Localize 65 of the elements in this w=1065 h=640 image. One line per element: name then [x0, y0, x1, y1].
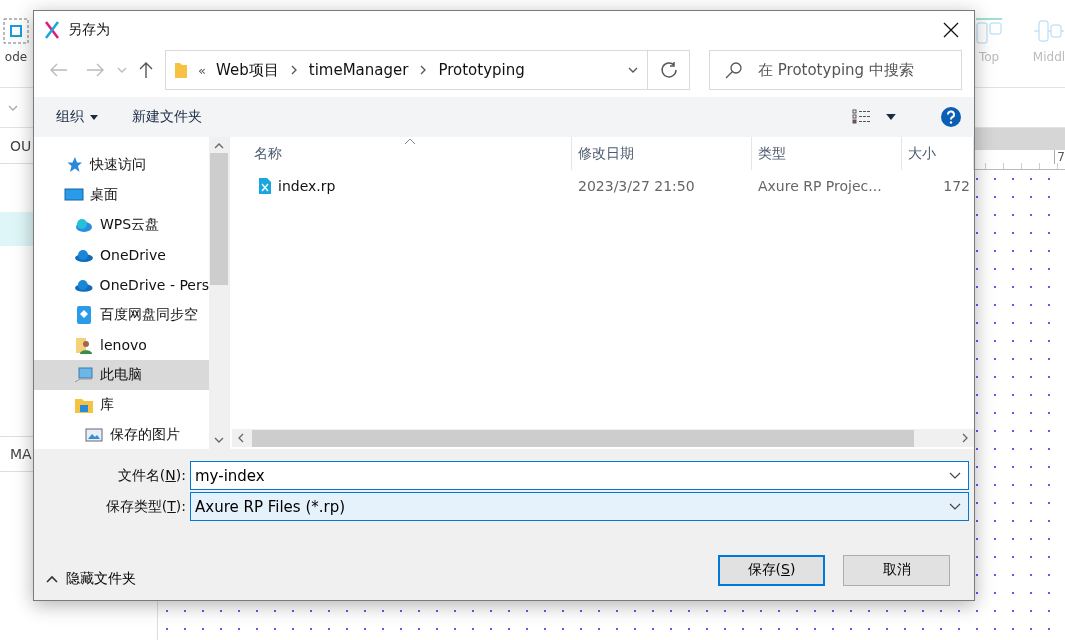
breadcrumb-item[interactable]: Web项目 — [216, 60, 279, 80]
help-button[interactable] — [940, 106, 962, 128]
field-label: 保存类型(T): — [104, 497, 187, 516]
align-top-icon — [975, 18, 1003, 44]
chevron-icon — [46, 575, 58, 583]
column-header[interactable]: 大小 — [902, 137, 974, 170]
nav-item[interactable]: 库 — [34, 390, 209, 420]
overflow-chevron[interactable]: « — [198, 62, 207, 78]
left-arrow-icon — [49, 63, 68, 77]
nav-item[interactable]: 百度网盘同步空 — [34, 300, 209, 330]
chevron-icon — [214, 435, 224, 445]
list-view-icon — [852, 109, 872, 125]
pictures-icon — [84, 425, 104, 445]
file-icon — [258, 177, 272, 195]
combo-box[interactable]: my-index — [190, 461, 969, 490]
caret-icon — [886, 114, 896, 120]
nav-item[interactable]: OneDrive - Pers — [34, 270, 209, 300]
column-header[interactable]: 类型 — [752, 137, 902, 170]
user-folder-icon — [74, 335, 94, 355]
ruler-label: 7 — [1054, 150, 1065, 164]
refresh-icon — [659, 61, 678, 79]
search-icon — [725, 61, 743, 79]
column-header[interactable]: 名称 — [232, 137, 572, 170]
dialog-button[interactable]: 保存(S) — [718, 554, 825, 586]
breadcrumb-item[interactable]: timeManager — [308, 61, 409, 79]
vertical-scrollbar[interactable] — [209, 137, 229, 449]
nav-item[interactable]: WPS云盘 — [34, 210, 209, 240]
size-cell-text: 172 — [942, 178, 971, 194]
folder-icon — [174, 61, 189, 79]
nav-item[interactable]: lenovo — [34, 330, 209, 360]
file-name-cell[interactable]: index.rp — [232, 177, 572, 195]
combo-box[interactable]: Axure RP Files (*.rp) — [190, 492, 969, 521]
toolbar-button[interactable]: 新建文件夹 — [132, 108, 202, 126]
toolbar-button[interactable]: 组织 — [56, 108, 98, 126]
window-title: 另存为 — [68, 21, 111, 39]
caret-icon — [90, 114, 98, 120]
chevron-icon — [949, 502, 961, 511]
selection-icon — [3, 18, 29, 44]
address-bar[interactable]: « Web项目 timeManager Prototyping — [165, 50, 690, 90]
view-options-button[interactable] — [852, 109, 896, 125]
breadcrumb-item[interactable]: Prototyping — [438, 61, 525, 79]
help-icon — [940, 106, 962, 128]
chevron-icon — [117, 65, 128, 75]
tool-button[interactable]: ode — [0, 18, 46, 64]
chevron-icon — [214, 141, 224, 151]
search-field[interactable]: 在 Prototyping 中搜索 — [709, 50, 962, 90]
nav-item[interactable]: 桌面 — [34, 180, 209, 210]
dialog-button[interactable]: 取消 — [843, 554, 950, 586]
date-cell-text: 2023/3/27 21:50 — [577, 178, 696, 194]
scrollbar-thumb[interactable] — [210, 153, 228, 285]
column-header[interactable]: 修改日期 — [572, 137, 752, 170]
hide-folders-button[interactable]: 隐藏文件夹 — [46, 570, 136, 588]
computer-icon — [74, 365, 94, 385]
chevron-icon — [949, 471, 961, 480]
nav-item[interactable]: 此电脑 — [34, 360, 209, 390]
nav-item[interactable]: OneDrive — [34, 240, 209, 270]
app-logo-icon — [44, 21, 60, 39]
close-icon — [943, 22, 959, 38]
chevron-icon — [628, 65, 638, 75]
right-arrow-icon — [85, 63, 104, 77]
drive-icon — [74, 305, 94, 325]
up-arrow-icon — [139, 61, 154, 79]
chevron-icon — [236, 433, 246, 443]
type-cell-text: Axure RP Projec... — [757, 178, 883, 194]
chevron-icon — [960, 433, 970, 443]
